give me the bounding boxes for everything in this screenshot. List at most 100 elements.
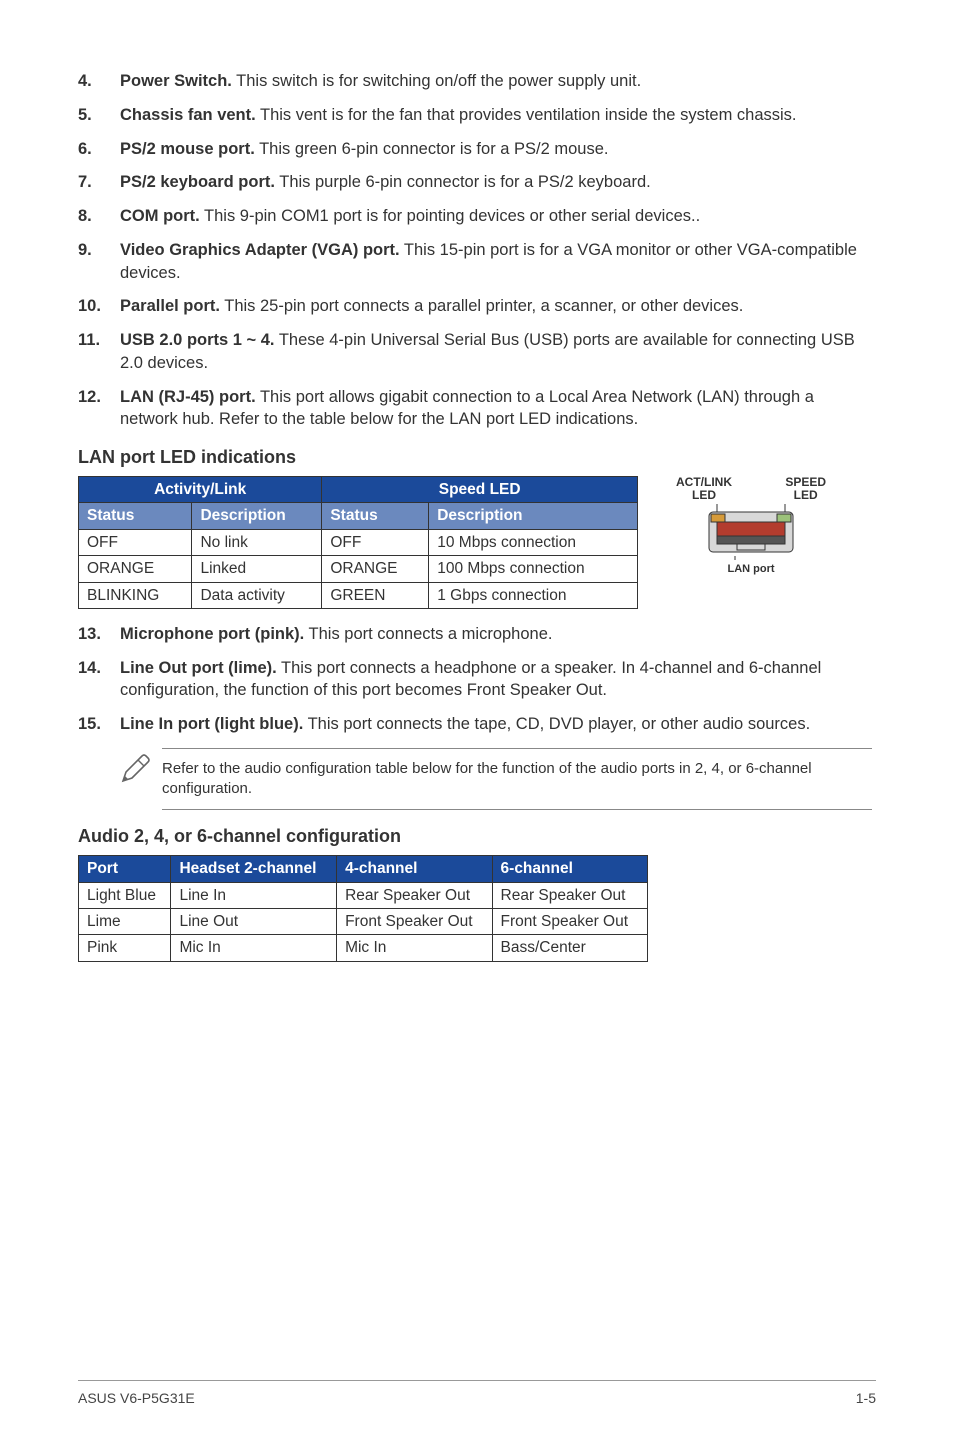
table-cell: ORANGE: [322, 556, 429, 582]
table-cell: ORANGE: [79, 556, 192, 582]
item-number: 10.: [78, 295, 120, 318]
footer-page-number: 1-5: [856, 1389, 876, 1408]
note-row: Refer to the audio configuration table b…: [118, 748, 876, 811]
item-body: Microphone port (pink). This port connec…: [120, 623, 876, 646]
item-text: This switch is for switching on/off the …: [232, 72, 641, 90]
item-lead: LAN (RJ-45) port.: [120, 388, 256, 406]
list-item: 8.COM port. This 9-pin COM1 port is for …: [78, 205, 876, 228]
footer-product: ASUS V6-P5G31E: [78, 1389, 195, 1408]
lan-port-diagram: ACT/LINK LED SPEED LED: [676, 476, 826, 578]
table-cell: Rear Speaker Out: [492, 882, 647, 908]
table-cell: Mic In: [171, 935, 337, 961]
item-body: PS/2 mouse port. This green 6-pin connec…: [120, 138, 876, 161]
item-lead: Microphone port (pink).: [120, 625, 304, 643]
item-lead: USB 2.0 ports 1 ~ 4.: [120, 331, 275, 349]
item-lead: Line In port (light blue).: [120, 715, 303, 733]
act-link-led-label: LED: [676, 489, 732, 502]
page-footer: ASUS V6-P5G31E 1-5: [78, 1380, 876, 1408]
item-number: 13.: [78, 623, 120, 646]
audio-header: 4-channel: [337, 856, 492, 882]
table-cell: 10 Mbps connection: [429, 529, 638, 555]
group-header-activity: Activity/Link: [79, 477, 322, 503]
list-item: 6.PS/2 mouse port. This green 6-pin conn…: [78, 138, 876, 161]
table-sub-header-row: Status Description Status Description: [79, 503, 638, 529]
item-number: 14.: [78, 657, 120, 703]
led-table: Activity/Link Speed LED Status Descripti…: [78, 476, 638, 609]
item-lead: COM port.: [120, 207, 200, 225]
sub-header: Status: [322, 503, 429, 529]
speed-led-label: LED: [785, 489, 826, 502]
item-body: Power Switch. This switch is for switchi…: [120, 70, 876, 93]
numbered-list-1: 4.Power Switch. This switch is for switc…: [78, 70, 876, 431]
item-lead: Power Switch.: [120, 72, 232, 90]
item-lead: PS/2 mouse port.: [120, 140, 255, 158]
table-cell: BLINKING: [79, 582, 192, 608]
document-page: 4.Power Switch. This switch is for switc…: [0, 0, 954, 1438]
list-item: 9.Video Graphics Adapter (VGA) port. Thi…: [78, 239, 876, 285]
numbered-list-2: 13.Microphone port (pink). This port con…: [78, 623, 876, 736]
item-body: Line In port (light blue). This port con…: [120, 713, 876, 736]
list-item: 10.Parallel port. This 25-pin port conne…: [78, 295, 876, 318]
item-text: This green 6-pin connector is for a PS/2…: [255, 140, 609, 158]
item-text: This port connects a microphone.: [304, 625, 552, 643]
audio-header: Port: [79, 856, 171, 882]
item-lead: Parallel port.: [120, 297, 220, 315]
item-number: 4.: [78, 70, 120, 93]
table-cell: Data activity: [192, 582, 322, 608]
item-number: 6.: [78, 138, 120, 161]
table-row: BLINKINGData activityGREEN1 Gbps connect…: [79, 582, 638, 608]
list-item: 12.LAN (RJ-45) port. This port allows gi…: [78, 386, 876, 432]
item-body: PS/2 keyboard port. This purple 6-pin co…: [120, 171, 876, 194]
list-item: 5.Chassis fan vent. This vent is for the…: [78, 104, 876, 127]
item-body: Video Graphics Adapter (VGA) port. This …: [120, 239, 876, 285]
table-header-row: Port Headset 2-channel 4-channel 6-chann…: [79, 856, 648, 882]
table-cell: 100 Mbps connection: [429, 556, 638, 582]
list-item: 15.Line In port (light blue). This port …: [78, 713, 876, 736]
sub-header: Description: [192, 503, 322, 529]
led-row: Activity/Link Speed LED Status Descripti…: [78, 476, 876, 609]
item-number: 7.: [78, 171, 120, 194]
note-text: Refer to the audio configuration table b…: [162, 748, 872, 811]
table-cell: Mic In: [337, 935, 492, 961]
table-row: Light BlueLine InRear Speaker OutRear Sp…: [79, 882, 648, 908]
item-text: This 9-pin COM1 port is for pointing dev…: [200, 207, 700, 225]
table-row: OFFNo linkOFF10 Mbps connection: [79, 529, 638, 555]
table-row: LimeLine OutFront Speaker OutFront Speak…: [79, 909, 648, 935]
list-item: 13.Microphone port (pink). This port con…: [78, 623, 876, 646]
item-lead: Chassis fan vent.: [120, 106, 256, 124]
list-item: 14.Line Out port (lime). This port conne…: [78, 657, 876, 703]
item-lead: Video Graphics Adapter (VGA) port.: [120, 241, 400, 259]
table-row: ORANGELinkedORANGE100 Mbps connection: [79, 556, 638, 582]
table-cell: Lime: [79, 909, 171, 935]
item-body: Line Out port (lime). This port connects…: [120, 657, 876, 703]
item-lead: PS/2 keyboard port.: [120, 173, 275, 191]
table-group-header-row: Activity/Link Speed LED: [79, 477, 638, 503]
item-number: 12.: [78, 386, 120, 432]
list-item: 11.USB 2.0 ports 1 ~ 4. These 4-pin Univ…: [78, 329, 876, 375]
item-text: This vent is for the fan that provides v…: [256, 106, 797, 124]
sub-header: Description: [429, 503, 638, 529]
table-cell: OFF: [322, 529, 429, 555]
table-cell: Front Speaker Out: [492, 909, 647, 935]
item-lead: Line Out port (lime).: [120, 659, 277, 677]
item-body: Chassis fan vent. This vent is for the f…: [120, 104, 876, 127]
item-text: This 25-pin port connects a parallel pri…: [220, 297, 743, 315]
item-body: COM port. This 9-pin COM1 port is for po…: [120, 205, 876, 228]
table-row: PinkMic InMic InBass/Center: [79, 935, 648, 961]
item-body: Parallel port. This 25-pin port connects…: [120, 295, 876, 318]
audio-header: Headset 2-channel: [171, 856, 337, 882]
item-number: 9.: [78, 239, 120, 285]
lan-port-label: LAN port: [676, 562, 826, 577]
table-cell: 1 Gbps connection: [429, 582, 638, 608]
item-text: This purple 6-pin connector is for a PS/…: [275, 173, 651, 191]
led-section-title: LAN port LED indications: [78, 445, 876, 470]
list-item: 4.Power Switch. This switch is for switc…: [78, 70, 876, 93]
audio-section-title: Audio 2, 4, or 6-channel configuration: [78, 824, 876, 849]
pencil-note-icon: [118, 748, 162, 793]
item-number: 11.: [78, 329, 120, 375]
table-cell: Front Speaker Out: [337, 909, 492, 935]
table-cell: Linked: [192, 556, 322, 582]
table-cell: GREEN: [322, 582, 429, 608]
sub-header: Status: [79, 503, 192, 529]
content-area: 4.Power Switch. This switch is for switc…: [78, 70, 876, 1380]
